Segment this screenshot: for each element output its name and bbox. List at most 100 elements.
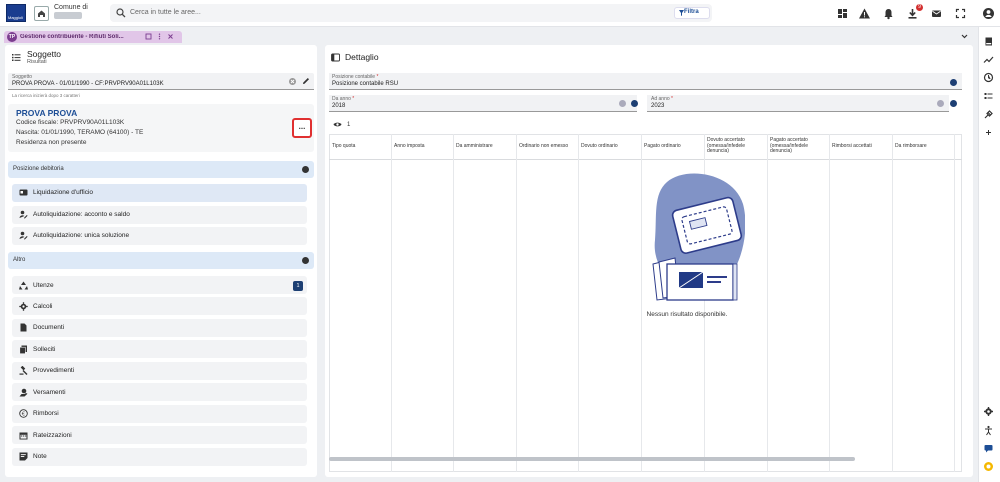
column-header[interactable]: Ordinario non emesso xyxy=(519,143,577,166)
soggetto-field-value: PROVA PROVA - 01/01/1990 - CF:PRVPRV90A0… xyxy=(12,81,164,87)
more-options-button[interactable]: ... xyxy=(292,118,312,138)
panel-title: Dettaglio xyxy=(345,52,379,62)
menu-item-calcoli[interactable] xyxy=(12,297,307,315)
posizione-contabile-select[interactable] xyxy=(329,73,962,90)
visible-columns-count: 1 xyxy=(347,122,351,128)
menu-item-label: Calcoli xyxy=(33,303,53,310)
gavel-icon xyxy=(19,366,28,375)
menu-item-utenze[interactable] xyxy=(12,276,307,294)
column-divider xyxy=(391,134,392,472)
posizione-contabile-label-text: Posizione contabile xyxy=(332,74,376,80)
menu-item-label: Autoliquidazione: acconto e saldo xyxy=(33,211,130,218)
sidebar-toggle-icon[interactable] xyxy=(331,53,340,62)
column-divider xyxy=(516,134,517,472)
da-anno-label: Da anno * xyxy=(332,96,354,102)
tab-restore-icon[interactable] xyxy=(145,33,152,40)
posizione-contabile-value: Posizione contabile RSU xyxy=(332,81,399,87)
column-header[interactable]: Dovuto accertato (omessa/infedele denunc… xyxy=(707,137,765,160)
da-anno-value: 2018 xyxy=(332,103,346,109)
bell-icon[interactable] xyxy=(882,7,895,20)
tab-app-icon: TP xyxy=(7,32,17,42)
accessibility-icon[interactable] xyxy=(983,425,994,436)
section-altro-label: Altro xyxy=(13,257,26,263)
fullscreen-icon[interactable] xyxy=(954,7,967,20)
column-header[interactable]: Pagato ordinario xyxy=(644,143,702,166)
tab-close-icon[interactable] xyxy=(167,33,174,40)
column-header[interactable]: Da amministrare xyxy=(456,143,514,166)
column-header[interactable]: Anno imposta xyxy=(394,143,452,166)
clear-icon[interactable] xyxy=(619,100,626,107)
panel-title: Soggetto xyxy=(27,49,62,59)
column-divider xyxy=(767,134,768,472)
column-divider xyxy=(954,134,955,472)
codice-fiscale: Codice fiscale: PRVPRV90A01L103K xyxy=(16,119,125,126)
empty-state-illustration xyxy=(652,173,745,301)
recycle-icon xyxy=(19,281,28,290)
column-header[interactable]: Dovuto ordinario xyxy=(581,143,639,166)
mail-icon[interactable] xyxy=(930,7,943,20)
menu-item-label: Solleciti xyxy=(33,346,56,353)
ad-anno-label-text: Ad anno xyxy=(651,96,670,102)
column-header[interactable]: Rimborsi accettati xyxy=(832,143,890,166)
column-divider xyxy=(829,134,830,472)
plugin-icon[interactable] xyxy=(983,109,994,120)
eye-icon[interactable] xyxy=(333,121,342,128)
gear-icon xyxy=(19,302,28,311)
trend-icon[interactable] xyxy=(983,54,994,65)
search-placeholder: Cerca in tutte le aree... xyxy=(130,9,201,16)
list-icon[interactable] xyxy=(983,91,994,102)
empty-message: Nessun risultato disponibile. xyxy=(646,311,728,318)
svg-text:€: € xyxy=(22,411,26,417)
menu-item-solleciti[interactable] xyxy=(12,340,307,358)
comune-label: Comune di xyxy=(54,4,88,11)
required-marker: * xyxy=(352,96,355,102)
menu-item-note[interactable] xyxy=(12,448,307,466)
menu-item-label: Provvedimenti xyxy=(33,367,75,374)
add-icon[interactable] xyxy=(983,127,994,138)
home-icon xyxy=(38,10,45,17)
clear-icon[interactable] xyxy=(289,78,296,85)
chevron-down-icon[interactable] xyxy=(960,32,969,41)
menu-item-label: Autoliquidazione: unica soluzione xyxy=(33,232,130,239)
ad-anno-label: Ad anno * xyxy=(651,96,673,102)
ad-anno-field[interactable] xyxy=(647,95,949,112)
notification-badge: 9 xyxy=(916,4,923,11)
dashboard-icon[interactable] xyxy=(836,7,849,20)
history-icon[interactable] xyxy=(983,72,994,83)
column-divider xyxy=(453,134,454,472)
info-icon[interactable] xyxy=(950,100,957,107)
tab-menu-icon[interactable] xyxy=(156,33,163,40)
book-icon[interactable] xyxy=(983,36,994,47)
list-icon[interactable] xyxy=(12,53,21,62)
warning-icon[interactable] xyxy=(858,7,871,20)
horizontal-scrollbar[interactable] xyxy=(329,457,855,461)
chat-icon[interactable] xyxy=(983,443,994,454)
da-anno-field[interactable] xyxy=(329,95,637,112)
column-header[interactable]: Tipo quota xyxy=(332,143,390,166)
required-marker: * xyxy=(376,74,379,80)
info-icon[interactable] xyxy=(631,100,638,107)
settings-icon[interactable] xyxy=(983,406,994,417)
id-card-icon xyxy=(19,189,28,196)
column-header[interactable]: Pagato accertato (omessa/infedele denunc… xyxy=(770,137,828,160)
edit-icon[interactable] xyxy=(302,77,310,85)
user-account-icon[interactable] xyxy=(982,7,995,20)
home-button[interactable] xyxy=(34,6,49,21)
payment-icon xyxy=(19,388,28,397)
logo-text: Maggioli xyxy=(8,15,23,20)
ad-anno-value: 2023 xyxy=(651,103,665,109)
nascita: Nascita: 01/01/1990, TERAMO (64100) - TE xyxy=(16,129,144,136)
collapse-icon[interactable] xyxy=(302,257,309,264)
section-altro[interactable] xyxy=(8,252,314,269)
panel-subtitle: Risultati xyxy=(27,59,47,65)
support-icon[interactable] xyxy=(983,461,994,472)
column-divider xyxy=(892,134,893,472)
clear-icon[interactable] xyxy=(937,100,944,107)
column-header[interactable]: Da rimborsare xyxy=(895,143,953,166)
info-icon[interactable] xyxy=(950,79,957,86)
residenza: Residenza non presente xyxy=(16,139,87,146)
collapse-icon[interactable] xyxy=(302,166,309,173)
tab-title: Gestione contribuente - Rifiuti Soli... xyxy=(20,34,124,40)
soggetto-field-label: Soggetto xyxy=(12,74,33,80)
app-logo[interactable]: Maggioli xyxy=(6,4,26,22)
